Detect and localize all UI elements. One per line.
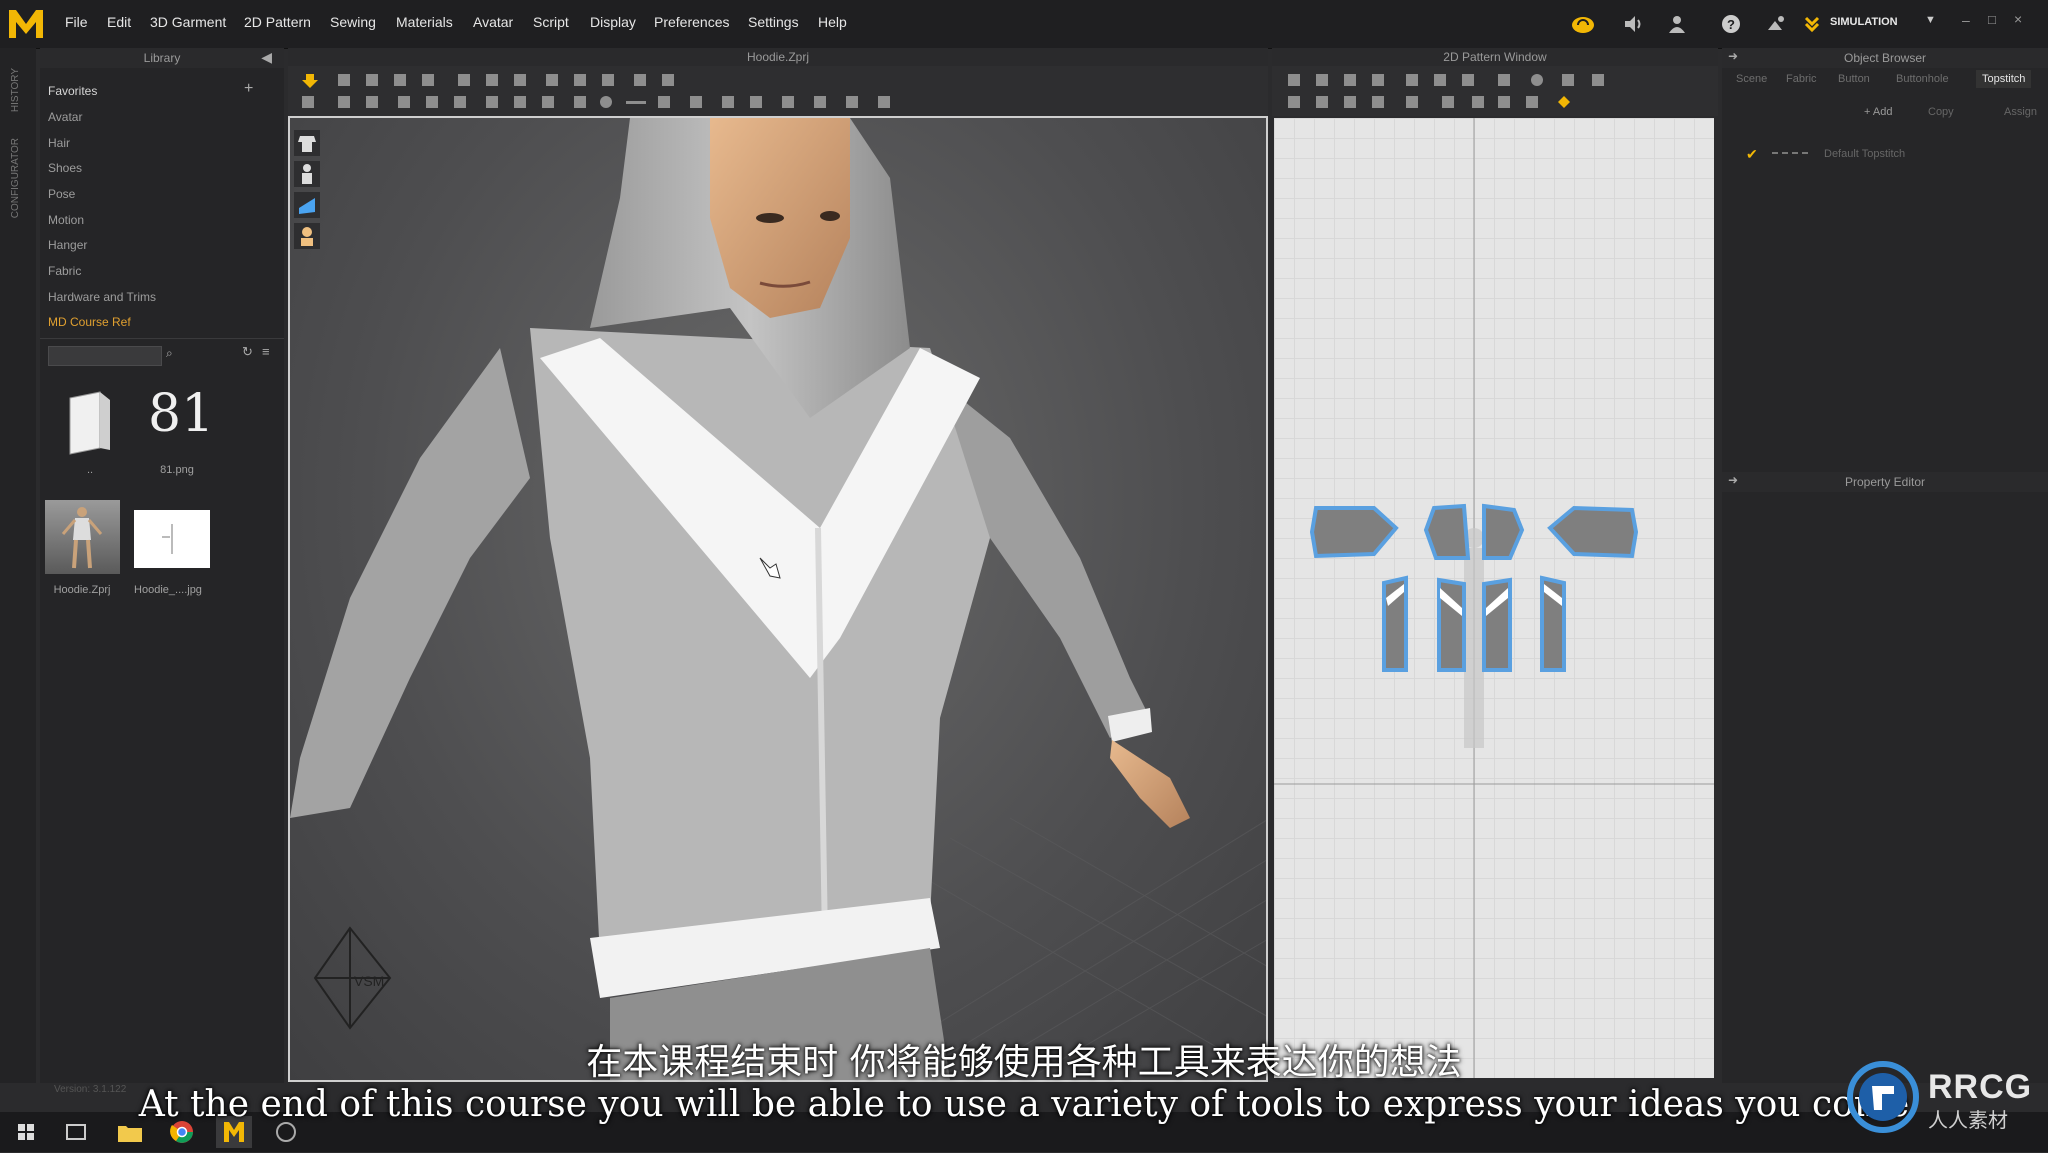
avatar-hoodie-render[interactable]: VSM <box>290 118 1266 1080</box>
tab-scene[interactable]: Scene <box>1736 70 1767 88</box>
pattern-pieces[interactable] <box>1274 118 1714 1078</box>
connect-icon[interactable] <box>1762 12 1788 36</box>
user-icon[interactable] <box>1664 12 1690 36</box>
default-topstitch-item[interactable]: Default Topstitch <box>1824 148 1905 160</box>
tab-fabric[interactable]: Fabric <box>1786 70 1817 88</box>
avatar-figure-icon <box>61 507 103 569</box>
pattern-canvas[interactable] <box>1274 118 1714 1078</box>
menu-settings[interactable]: Settings <box>748 14 799 30</box>
tab-topstitch[interactable]: Topstitch <box>1976 70 2032 88</box>
configurator-tab[interactable]: CONFIGURATOR <box>10 138 21 218</box>
library-item-favorites[interactable]: Favorites <box>48 84 97 98</box>
checkmark-icon[interactable]: ✔ <box>1746 146 1758 163</box>
topstitch-line-icon <box>1772 152 1808 154</box>
menu-file[interactable]: File <box>65 14 88 30</box>
2d-pattern-panel: 2D Pattern Window <box>1272 48 1718 1080</box>
right-panel: Object Browser ➜ Scene Fabric Button But… <box>1722 48 2048 1083</box>
thumb-81-glyph[interactable]: 81 <box>148 384 214 444</box>
3d-garment-toolbar <box>288 66 1268 116</box>
collapse-library-icon[interactable]: ◀ <box>261 49 272 66</box>
3d-viewport-panel: Hoodie.Zprj VSM <box>288 48 1268 1082</box>
search-icon[interactable]: ⌕ <box>166 346 173 361</box>
tab-button[interactable]: Button <box>1838 70 1870 88</box>
menu-edit[interactable]: Edit <box>107 14 131 30</box>
pattern-window-title: 2D Pattern Window <box>1272 48 1718 66</box>
left-rail: HISTORY CONFIGURATOR <box>0 48 36 1083</box>
list-view-icon[interactable]: ≡ <box>262 344 270 359</box>
thumb-label-hoodie-zprj: Hoodie.Zprj <box>53 584 111 596</box>
simulation-mode-label[interactable]: SIMULATION <box>1830 16 1898 28</box>
library-item-hair[interactable]: Hair <box>48 136 70 150</box>
menu-2d-pattern[interactable]: 2D Pattern <box>244 14 311 30</box>
library-search-input[interactable] <box>48 346 162 366</box>
add-favorite-icon[interactable]: + <box>244 80 253 98</box>
maximize-icon[interactable]: □ <box>1988 12 1996 27</box>
folder-up-thumbnail[interactable] <box>60 388 120 460</box>
library-panel: Library ◀ Favorites + Avatar Hair Shoes … <box>40 48 284 1095</box>
menu-materials[interactable]: Materials <box>396 14 453 30</box>
menu-bar: File Edit 3D Garment 2D Pattern Sewing M… <box>0 0 2048 49</box>
pattern-tool-icons[interactable] <box>1272 66 1718 116</box>
speaker-icon[interactable] <box>1620 12 1646 36</box>
copy-button[interactable]: Copy <box>1928 106 1954 118</box>
watermark-brand: RRCG <box>1928 1068 2033 1106</box>
vsm-label: VSM <box>354 973 384 989</box>
2d-pattern-toolbar <box>1272 66 1718 116</box>
menu-script[interactable]: Script <box>533 14 569 30</box>
minimize-icon[interactable]: – <box>1962 12 1970 28</box>
history-tab[interactable]: HISTORY <box>10 68 21 112</box>
rrcg-logo-icon <box>1847 1061 1919 1133</box>
subtitle-english: At the end of this course you will be ab… <box>138 1084 1910 1125</box>
property-editor-title: Property Editor <box>1722 472 2048 492</box>
watermark: RRCG 人人素材 <box>1846 1060 2046 1140</box>
thumb-label-81png: 81.png <box>160 464 194 476</box>
library-item-avatar[interactable]: Avatar <box>48 110 82 124</box>
library-item-hardware-and-trims[interactable]: Hardware and Trims <box>48 290 156 304</box>
watermark-sub: 人人素材 <box>1928 1108 2008 1132</box>
menu-preferences[interactable]: Preferences <box>654 14 729 30</box>
svg-text:?: ? <box>1727 17 1735 32</box>
thumb-label-parent: .. <box>86 464 94 476</box>
menu-help[interactable]: Help <box>818 14 847 30</box>
library-item-motion[interactable]: Motion <box>48 213 84 227</box>
library-item-pose[interactable]: Pose <box>48 187 75 201</box>
3d-canvas[interactable]: VSM <box>288 116 1268 1082</box>
refresh-icon[interactable]: ↻ <box>242 344 253 360</box>
library-item-md-course-ref[interactable]: MD Course Ref <box>48 315 131 329</box>
menu-3d-garment[interactable]: 3D Garment <box>150 14 226 30</box>
library-item-fabric[interactable]: Fabric <box>48 264 81 278</box>
tab-buttonhole[interactable]: Buttonhole <box>1896 70 1949 88</box>
library-divider <box>40 338 284 339</box>
assign-button[interactable]: Assign <box>2004 106 2037 118</box>
close-icon[interactable]: × <box>2014 11 2022 27</box>
property-editor-arrow-icon[interactable]: ➜ <box>1728 473 1738 487</box>
hoodie-zprj-thumbnail[interactable] <box>45 500 120 574</box>
cloud-sync-icon[interactable] <box>1570 12 1596 36</box>
simulation-mode-icon[interactable] <box>1802 12 1822 36</box>
help-icon[interactable]: ? <box>1718 12 1744 36</box>
object-browser-arrow-icon[interactable]: ➜ <box>1728 49 1738 63</box>
subtitle-chinese: 在本课程结束时 你将能够使用各种工具来表达你的想法 <box>586 1042 1462 1083</box>
mode-dropdown-icon[interactable]: ▼ <box>1925 14 1936 26</box>
toolbar-tool-icons[interactable] <box>288 66 1268 116</box>
menu-sewing[interactable]: Sewing <box>330 14 376 30</box>
viewport-title: Hoodie.Zprj <box>288 48 1268 66</box>
add-button[interactable]: + Add <box>1864 106 1892 118</box>
library-item-shoes[interactable]: Shoes <box>48 161 82 175</box>
menu-display[interactable]: Display <box>590 14 636 30</box>
library-item-hanger[interactable]: Hanger <box>48 238 87 252</box>
library-title: Library <box>40 48 284 68</box>
hoodie-jpg-thumbnail[interactable] <box>134 510 210 568</box>
thumb-label-hoodie-jpg: Hoodie_....jpg <box>134 584 202 596</box>
menu-avatar[interactable]: Avatar <box>473 14 513 30</box>
marvelous-logo-icon[interactable] <box>6 6 46 42</box>
object-browser-title: Object Browser <box>1722 48 2048 68</box>
